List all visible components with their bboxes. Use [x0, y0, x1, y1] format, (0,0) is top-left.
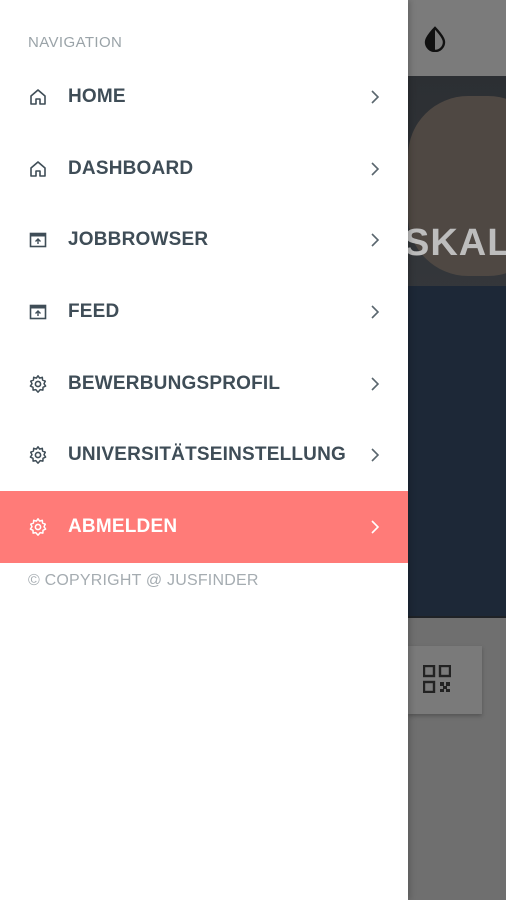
navigation-drawer: NAVIGATION HOME DASHBOARD JOBBROWSER FEE… — [0, 0, 408, 900]
nav-item-label: HOME — [68, 85, 126, 107]
nav-item-dashboard[interactable]: DASHBOARD — [0, 133, 408, 205]
nav-item-label: ABMELDEN — [68, 515, 178, 537]
browser-icon — [29, 304, 47, 320]
nav-item-universitaetseinstellung[interactable]: UNIVERSITÄTSEINSTELLUNG — [0, 419, 408, 491]
nav-item-jobbrowser[interactable]: JOBBROWSER — [0, 204, 408, 276]
nav-item-abmelden[interactable]: ABMELDEN — [0, 491, 408, 563]
nav-item-label: DASHBOARD — [68, 157, 194, 179]
chevron-right-icon — [371, 90, 380, 104]
home-icon — [30, 160, 46, 177]
chevron-right-icon — [371, 161, 380, 176]
nav-item-home[interactable]: HOME — [0, 61, 408, 133]
chevron-right-icon — [371, 305, 380, 319]
chevron-right-icon — [371, 377, 380, 391]
nav-menu: HOME DASHBOARD JOBBROWSER FEED BEWERBUNG… — [0, 61, 408, 563]
home-icon — [30, 89, 46, 105]
nav-item-label: FEED — [68, 300, 120, 322]
hero-title: SKALE — [404, 222, 506, 264]
nav-item-label: UNIVERSITÄTSEINSTELLUNG — [68, 444, 347, 466]
gear-icon — [29, 374, 47, 393]
qr-code-icon — [423, 665, 451, 693]
nav-item-bewerbungsprofil[interactable]: BEWERBUNGSPROFIL — [0, 348, 408, 420]
nav-item-feed[interactable]: FEED — [0, 276, 408, 348]
qr-card[interactable] — [408, 646, 482, 714]
nav-heading: NAVIGATION — [28, 34, 123, 51]
gear-icon — [29, 446, 47, 465]
nav-item-label: JOBBROWSER — [68, 229, 209, 251]
chevron-right-icon — [371, 233, 380, 247]
chevron-right-icon — [371, 520, 380, 534]
browser-icon — [29, 232, 47, 248]
copyright-text: © COPYRIGHT @ JUSFINDER — [28, 572, 259, 589]
nav-item-label: BEWERBUNGSPROFIL — [68, 372, 281, 394]
contrast-icon[interactable] — [422, 26, 448, 52]
chevron-right-icon — [371, 448, 380, 462]
gear-icon — [29, 518, 47, 536]
